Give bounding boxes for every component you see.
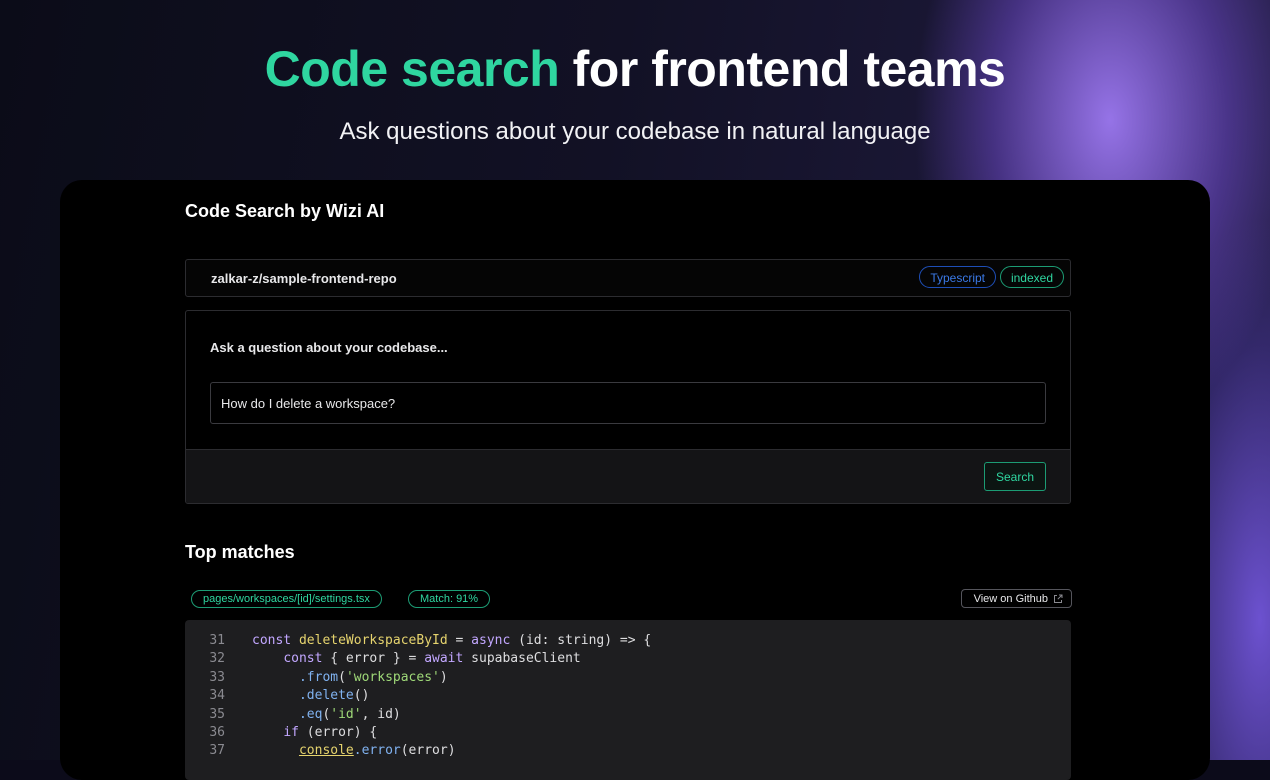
match-score-badge: Match: 91% [408,590,491,608]
line-number: 31 [209,633,225,648]
code-token: const [283,651,323,667]
indexed-status-badge: indexed [999,266,1064,288]
line-number: 33 [209,669,225,685]
external-link-icon [1054,594,1063,603]
code-token: console [298,743,354,759]
code-token: (id: string) => { [510,633,652,648]
line-number: 36 [209,725,225,740]
ask-question-label: Ask a question about your codebase... [210,340,448,355]
code-token: .error [353,743,401,759]
code-snippet: 31 const deleteWorkspaceById = async (id:… [185,620,1071,780]
code-token: { error } = [322,651,425,667]
code-token: = [447,633,472,648]
code-token: supabaseClient [463,651,581,667]
code-token: (error) { [298,725,378,740]
code-line: 36 if (error) { [185,724,1071,742]
repo-bar[interactable]: zalkar-z/sample-frontend-repo Typescript… [185,259,1071,297]
code-token: deleteWorkspaceById [298,633,448,648]
code-token: 'workspaces' [345,669,440,685]
line-number: 34 [209,688,225,704]
ask-question-card: Ask a question about your codebase... Se… [185,310,1071,504]
code-token: , id) [361,706,401,722]
code-token: await [424,651,464,667]
code-line: 33 .from('workspaces') [185,669,1071,687]
hero-title-accent: Code search [264,41,560,97]
app-panel: Code Search by Wizi AI zalkar-z/sample-f… [60,180,1210,780]
code-token: async [471,633,511,648]
code-token: .from [298,669,339,685]
top-matches-title: Top matches [185,542,295,562]
code-token: () [353,688,370,704]
code-token: 'id' [330,706,362,722]
search-button[interactable]: Search [983,462,1046,491]
code-line: 32 const { error } = await supabaseClien… [185,650,1071,668]
code-line: 34 .delete() [185,687,1071,705]
code-token: ( [338,669,346,685]
view-on-github-button[interactable]: View on Github [960,589,1072,608]
hero-title: Code search for frontend teams [0,40,1270,98]
view-on-github-label: View on Github [973,592,1048,605]
line-number: 37 [209,743,225,759]
repo-name: zalkar-z/sample-frontend-repo [211,271,397,286]
code-token: ) [439,669,448,685]
line-number: 32 [209,651,225,667]
code-token: const [252,633,299,648]
panel-title: Code Search by Wizi AI [185,201,385,221]
question-input[interactable] [210,382,1046,424]
code-line: 35 .eq('id', id) [185,706,1071,724]
file-path-badge: pages/workspaces/[id]/settings.tsx [191,590,382,608]
code-token: if [283,725,299,740]
hero-title-rest: for frontend teams [572,41,1006,97]
line-number: 35 [209,706,225,722]
code-line: 37 console.error(error) [185,742,1071,760]
hero-subtitle: Ask questions about your codebase in nat… [339,118,931,145]
code-line: 31 const deleteWorkspaceById = async (id:… [185,632,1071,650]
code-token: (error) [400,743,456,759]
code-token: .delete [298,688,354,704]
code-token: .eq [298,706,323,722]
language-tag: Typescript [919,266,996,288]
ask-card-footer: Search [186,449,1070,503]
